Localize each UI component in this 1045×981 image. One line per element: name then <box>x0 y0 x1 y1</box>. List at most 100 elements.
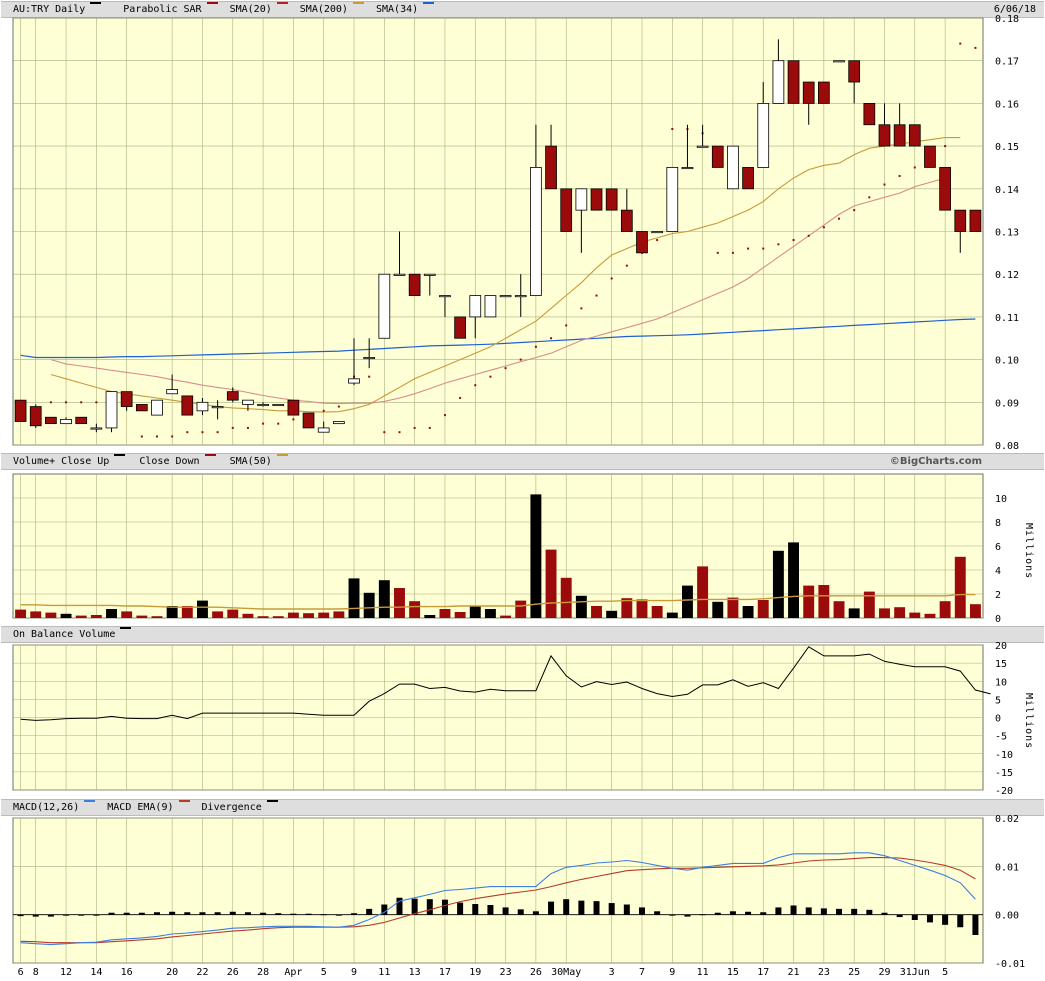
sar-dot <box>231 426 234 429</box>
divergence-bar <box>805 907 812 915</box>
candle-body <box>423 273 436 276</box>
candle-body <box>90 427 103 430</box>
volume-bar <box>591 606 602 618</box>
volume-bar <box>227 609 239 618</box>
sar-dot <box>459 397 462 400</box>
divergence-bar <box>275 913 282 915</box>
obv-unit-label: Millions <box>1023 693 1034 750</box>
y-tick-label-1: 8 <box>995 518 1001 529</box>
volume-bar <box>500 615 512 618</box>
x-tick-label: 9 <box>669 967 675 978</box>
candle-body <box>787 60 800 104</box>
y-tick-label-2: 5 <box>995 695 1001 706</box>
divergence-bar <box>654 911 661 915</box>
volume-bar <box>60 613 72 618</box>
divergence-bar <box>335 914 342 916</box>
divergence-bar <box>411 898 418 915</box>
volume-bar <box>788 542 800 618</box>
volume-bar <box>90 615 102 618</box>
candle-body <box>439 295 451 298</box>
volume-bar <box>333 611 345 618</box>
divergence-bar <box>548 901 555 915</box>
x-tick-label: 11 <box>697 967 709 978</box>
sar-dot <box>65 401 68 404</box>
candle-body <box>681 167 694 170</box>
candle-body <box>908 124 921 147</box>
y-tick-label-3: 0.00 <box>995 911 1019 922</box>
sar-dot <box>898 174 901 177</box>
sar-dot <box>822 226 825 229</box>
sar-dot <box>413 426 416 429</box>
volume-bar <box>924 613 936 618</box>
candle-body <box>348 378 360 384</box>
sar-dot <box>580 307 583 310</box>
volume-bar <box>212 611 224 618</box>
sar-dot <box>625 264 628 267</box>
divergence-bar <box>472 904 479 915</box>
sar-dot <box>489 375 492 378</box>
x-tick-label: 30May <box>551 967 581 978</box>
sar-dot <box>913 166 916 169</box>
y-tick-label-2: -5 <box>995 732 1007 743</box>
candle-body <box>545 145 557 190</box>
divergence-bar <box>972 914 979 935</box>
x-tick-label: 25 <box>848 967 860 978</box>
candle-body <box>317 427 330 433</box>
x-tick-label: 6 <box>18 967 24 978</box>
candle-body <box>333 421 345 425</box>
volume-bar <box>712 601 724 618</box>
volume-bar <box>666 612 678 618</box>
divergence-bar <box>820 908 827 915</box>
volume-bar <box>303 613 315 618</box>
candle-body <box>272 404 285 407</box>
candle-body <box>636 231 648 254</box>
y-tick-label-0: 0.11 <box>995 313 1019 324</box>
divergence-bar <box>608 903 615 915</box>
volume-bar <box>287 612 299 618</box>
candle-body <box>45 416 57 425</box>
chart-canvas: 0.18 0.17 0.16 0.15 0.14 0.13 0.12 0.11 0.10 0.09… <box>12 14 1025 978</box>
sar-dot <box>383 431 386 434</box>
volume-bar <box>681 585 693 618</box>
x-tick-label: Apr <box>284 967 302 978</box>
sar-dot <box>792 239 795 242</box>
volume-bar <box>969 604 981 618</box>
x-tick-label: 8 <box>33 967 39 978</box>
volume-bar <box>848 608 860 618</box>
y-tick-label-0: 0.10 <box>995 356 1019 367</box>
divergence-bar <box>760 912 767 915</box>
sar-dot <box>292 418 295 421</box>
volume-bar <box>545 549 557 618</box>
y-tick-label-1: 10 <box>995 494 1007 505</box>
volume-bar <box>378 580 390 618</box>
candle-body <box>590 188 603 211</box>
divergence-bar <box>169 911 176 915</box>
candle-body <box>666 167 679 232</box>
y-tick-label-0: 0.15 <box>995 142 1019 153</box>
volume-bar <box>75 615 87 618</box>
y-tick-label-0: 0.14 <box>995 185 1019 196</box>
divergence-bar <box>851 908 858 915</box>
sar-dot <box>610 277 613 280</box>
sar-dot <box>838 217 841 220</box>
volume-bar <box>757 600 769 618</box>
volume-bar <box>879 608 890 618</box>
candle-body <box>802 81 815 104</box>
x-tick-label: 21 <box>788 967 800 978</box>
sar-dot <box>883 183 886 186</box>
sar-dot <box>656 239 659 242</box>
candle-body <box>393 273 406 276</box>
candle-body <box>484 295 497 318</box>
sar-dot <box>80 401 83 404</box>
divergence-bar <box>184 912 191 915</box>
divergence-bar <box>502 907 509 915</box>
y-tick-label-1: 4 <box>995 566 1001 577</box>
y-tick-label-0: 0.18 <box>995 14 1019 25</box>
divergence-bar <box>487 905 494 915</box>
sar-dot <box>519 358 522 361</box>
sar-dot <box>277 422 280 425</box>
x-tick-label: 11 <box>378 967 390 978</box>
candle-body <box>651 231 663 234</box>
divergence-bar <box>290 913 297 915</box>
divergence-bar <box>17 914 24 917</box>
